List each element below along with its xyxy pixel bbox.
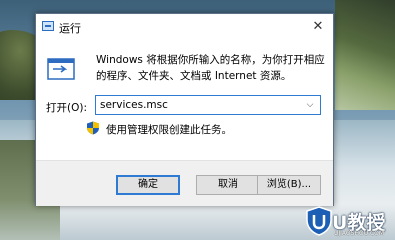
browse-button[interactable]: 浏览(B)... xyxy=(257,175,321,195)
uac-shield-icon xyxy=(87,121,99,135)
title-bar[interactable]: 运行 ✕ xyxy=(36,14,333,40)
run-dialog-icon xyxy=(42,21,54,31)
open-combobox[interactable]: ⌵ xyxy=(95,95,321,115)
ok-button[interactable]: 确定 xyxy=(116,175,180,195)
run-dialog: 运行 ✕ Windows 将根据你所输入的名称，为你打开相应的程序、文件夹、文档… xyxy=(35,13,334,206)
chevron-down-icon[interactable]: ⌵ xyxy=(302,97,318,113)
close-button[interactable]: ✕ xyxy=(309,18,327,36)
dialog-title: 运行 xyxy=(59,22,81,35)
cancel-button[interactable]: 取消 xyxy=(196,175,260,195)
open-input[interactable] xyxy=(96,96,300,114)
run-program-icon xyxy=(47,58,75,80)
watermark: U教授 UJIAOSHOU.COM xyxy=(306,204,395,240)
watermark-shield-icon xyxy=(306,206,332,236)
dialog-footer: 确定 取消 浏览(B)... xyxy=(36,160,333,206)
open-label: 打开(O): xyxy=(46,102,87,114)
admin-note: 使用管理权限创建此任务。 xyxy=(106,124,232,136)
dialog-message: Windows 将根据你所输入的名称，为你打开相应的程序、文件夹、文档或 Int… xyxy=(96,54,325,82)
watermark-url: UJIAOSHOU.COM xyxy=(334,230,385,237)
background-hill-right xyxy=(335,0,395,110)
